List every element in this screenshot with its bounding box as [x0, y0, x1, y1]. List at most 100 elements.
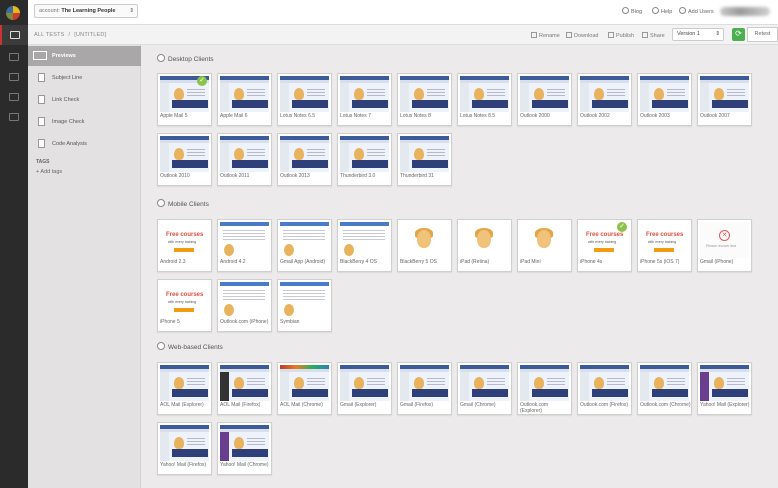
version-select[interactable]: Version 1 ⇕: [672, 28, 724, 41]
preview-thumbnail[interactable]: ✕ Please recover test Gmail (iPhone): [697, 219, 752, 272]
rail-chart-icon[interactable]: [0, 87, 28, 107]
preview-thumbnail[interactable]: Yahoo! Mail (Firefox): [157, 422, 212, 475]
preview-image: [160, 365, 209, 401]
client-name: Outlook 2011: [220, 173, 250, 179]
help-icon: [652, 7, 659, 14]
help-link[interactable]: Help: [652, 7, 672, 15]
add-user-icon: [679, 7, 686, 14]
preview-headline: Free courses: [646, 232, 684, 238]
preview-thumbnail[interactable]: Lotus Notes 8.5: [457, 73, 512, 126]
preview-thumbnail[interactable]: Thunderbird 3.0: [337, 133, 392, 186]
preview-image: [460, 76, 509, 112]
sidebar-item-previews[interactable]: Previews: [28, 46, 141, 66]
preview-thumbnail[interactable]: Free courses with every training iPhone 5s…: [637, 219, 692, 272]
preview-headline: Free courses: [166, 232, 204, 238]
preview-image: [220, 76, 269, 112]
preview-thumbnail[interactable]: Outlook 2011: [217, 133, 272, 186]
user-menu[interactable]: [720, 7, 770, 16]
preview-thumbnail[interactable]: Outlook 2013: [277, 133, 332, 186]
preview-thumbnail[interactable]: Free courses with every training Android 2…: [157, 219, 212, 272]
rename-button[interactable]: Rename: [531, 32, 560, 39]
preview-thumbnail[interactable]: Outlook.com (Firefox): [577, 362, 632, 415]
client-name: AOL Mail (Firefox): [220, 402, 261, 408]
preview-thumbnail[interactable]: Outlook 2000: [517, 73, 572, 126]
preview-thumbnail[interactable]: Lotus Notes 7: [337, 73, 392, 126]
preview-thumbnail[interactable]: Outlook 2007: [697, 73, 752, 126]
breadcrumb-all-tests[interactable]: ALL TESTS: [34, 32, 65, 38]
previews-icon: [33, 51, 47, 60]
preview-thumbnail[interactable]: Apple Mail 6: [217, 73, 272, 126]
add-tags-link[interactable]: + Add tags: [36, 169, 62, 175]
preview-image: [280, 136, 329, 172]
sidebar-item-link-check[interactable]: Link Check: [28, 90, 141, 110]
preview-thumbnail[interactable]: AOL Mail (Chrome): [277, 362, 332, 415]
add-users-link[interactable]: Add Users: [679, 7, 714, 15]
client-name: AOL Mail (Chrome): [280, 402, 323, 408]
rail-list-icon[interactable]: [0, 47, 28, 67]
preview-thumbnail[interactable]: Outlook 2002: [577, 73, 632, 126]
preview-thumbnail[interactable]: Apple Mail 5 ✓: [157, 73, 212, 126]
preview-thumbnail[interactable]: AOL Mail (Firefox): [217, 362, 272, 415]
preview-thumbnail[interactable]: Outlook 2010: [157, 133, 212, 186]
chevron-down-icon: ⇕: [129, 8, 134, 14]
preview-thumbnail[interactable]: Gmail (Chrome): [457, 362, 512, 415]
preview-image: [220, 222, 269, 258]
account-selector[interactable]: account: The Learning People ⇕: [34, 4, 138, 18]
preview-thumbnail[interactable]: Yahoo! Mail (Chrome): [217, 422, 272, 475]
preview-thumbnail[interactable]: AOL Mail (Explorer): [157, 362, 212, 415]
preview-image: [520, 222, 569, 258]
client-name: BlackBerry 5 OS: [400, 259, 437, 265]
client-name: Android 4.2: [220, 259, 246, 265]
preview-thumbnail[interactable]: Gmail (Explorer): [337, 362, 392, 415]
preview-subline: with every training: [648, 240, 677, 244]
publish-button[interactable]: Publish: [608, 32, 634, 39]
preview-thumbnail[interactable]: BlackBerry 5 OS: [397, 219, 452, 272]
client-name: iPhone 5: [160, 319, 180, 325]
error-icon: ✕: [719, 230, 730, 241]
preview-thumbnail[interactable]: iPad Mini: [517, 219, 572, 272]
preview-image: [460, 365, 509, 401]
preview-thumbnail[interactable]: Gmail App (Android): [277, 219, 332, 272]
rail-grid-icon[interactable]: [0, 67, 28, 87]
web-section-title: Web-based Clients: [157, 342, 223, 351]
preview-thumbnail[interactable]: Outlook.com (Chrome): [637, 362, 692, 415]
retest-button[interactable]: Retest: [747, 27, 778, 42]
client-name: iPhone 5s (iOS 7): [640, 259, 680, 265]
checkmark-icon: ✓: [197, 76, 207, 86]
preview-thumbnail[interactable]: Gmail (Firefox): [397, 362, 452, 415]
preview-thumbnail[interactable]: Outlook.com (Explorer): [517, 362, 572, 415]
preview-thumbnail[interactable]: Outlook 2003: [637, 73, 692, 126]
client-name: Gmail (Firefox): [400, 402, 434, 408]
preview-thumbnail[interactable]: Thunderbird 31: [397, 133, 452, 186]
refresh-button[interactable]: ⟳: [732, 28, 745, 41]
rail-settings-icon[interactable]: [0, 107, 28, 127]
download-icon: [566, 32, 572, 38]
share-icon: [642, 32, 648, 38]
preview-thumbnail[interactable]: Free courses with every training iPhone 4s…: [577, 219, 632, 272]
preview-thumbnail[interactable]: Outlook.com (iPhone): [217, 279, 272, 332]
preview-thumbnail[interactable]: Android 4.2: [217, 219, 272, 272]
sidebar-item-subject-line[interactable]: Subject Line: [28, 68, 141, 88]
preview-thumbnail[interactable]: Free courses with every training iPhone 5: [157, 279, 212, 332]
preview-thumbnail[interactable]: Symbian: [277, 279, 332, 332]
client-name: Outlook.com (Chrome): [640, 402, 691, 408]
preview-thumbnail[interactable]: Yahoo! Mail (Explorer): [697, 362, 752, 415]
client-name: AOL Mail (Explorer): [160, 402, 204, 408]
download-button[interactable]: Download: [566, 32, 598, 39]
share-button[interactable]: Share: [642, 32, 665, 39]
client-name: Gmail (Chrome): [460, 402, 496, 408]
preview-image: [520, 365, 569, 401]
preview-image: [700, 76, 749, 112]
sidebar-item-code-analysis[interactable]: Code Analysis: [28, 134, 141, 154]
preview-image: [580, 365, 629, 401]
client-name: Symbian: [280, 319, 300, 325]
rail-tests-icon[interactable]: [0, 25, 28, 45]
client-name: Yahoo! Mail (Firefox): [160, 462, 207, 468]
preview-thumbnail[interactable]: BlackBerry 4 OS: [337, 219, 392, 272]
preview-thumbnail[interactable]: Lotus Notes 8: [397, 73, 452, 126]
sidebar-item-image-check[interactable]: Image Check: [28, 112, 141, 132]
preview-thumbnail[interactable]: iPad (Retina): [457, 219, 512, 272]
blog-link[interactable]: Blog: [622, 7, 642, 15]
preview-thumbnail[interactable]: Lotus Notes 6.5: [277, 73, 332, 126]
client-name: Lotus Notes 6.5: [280, 113, 316, 119]
